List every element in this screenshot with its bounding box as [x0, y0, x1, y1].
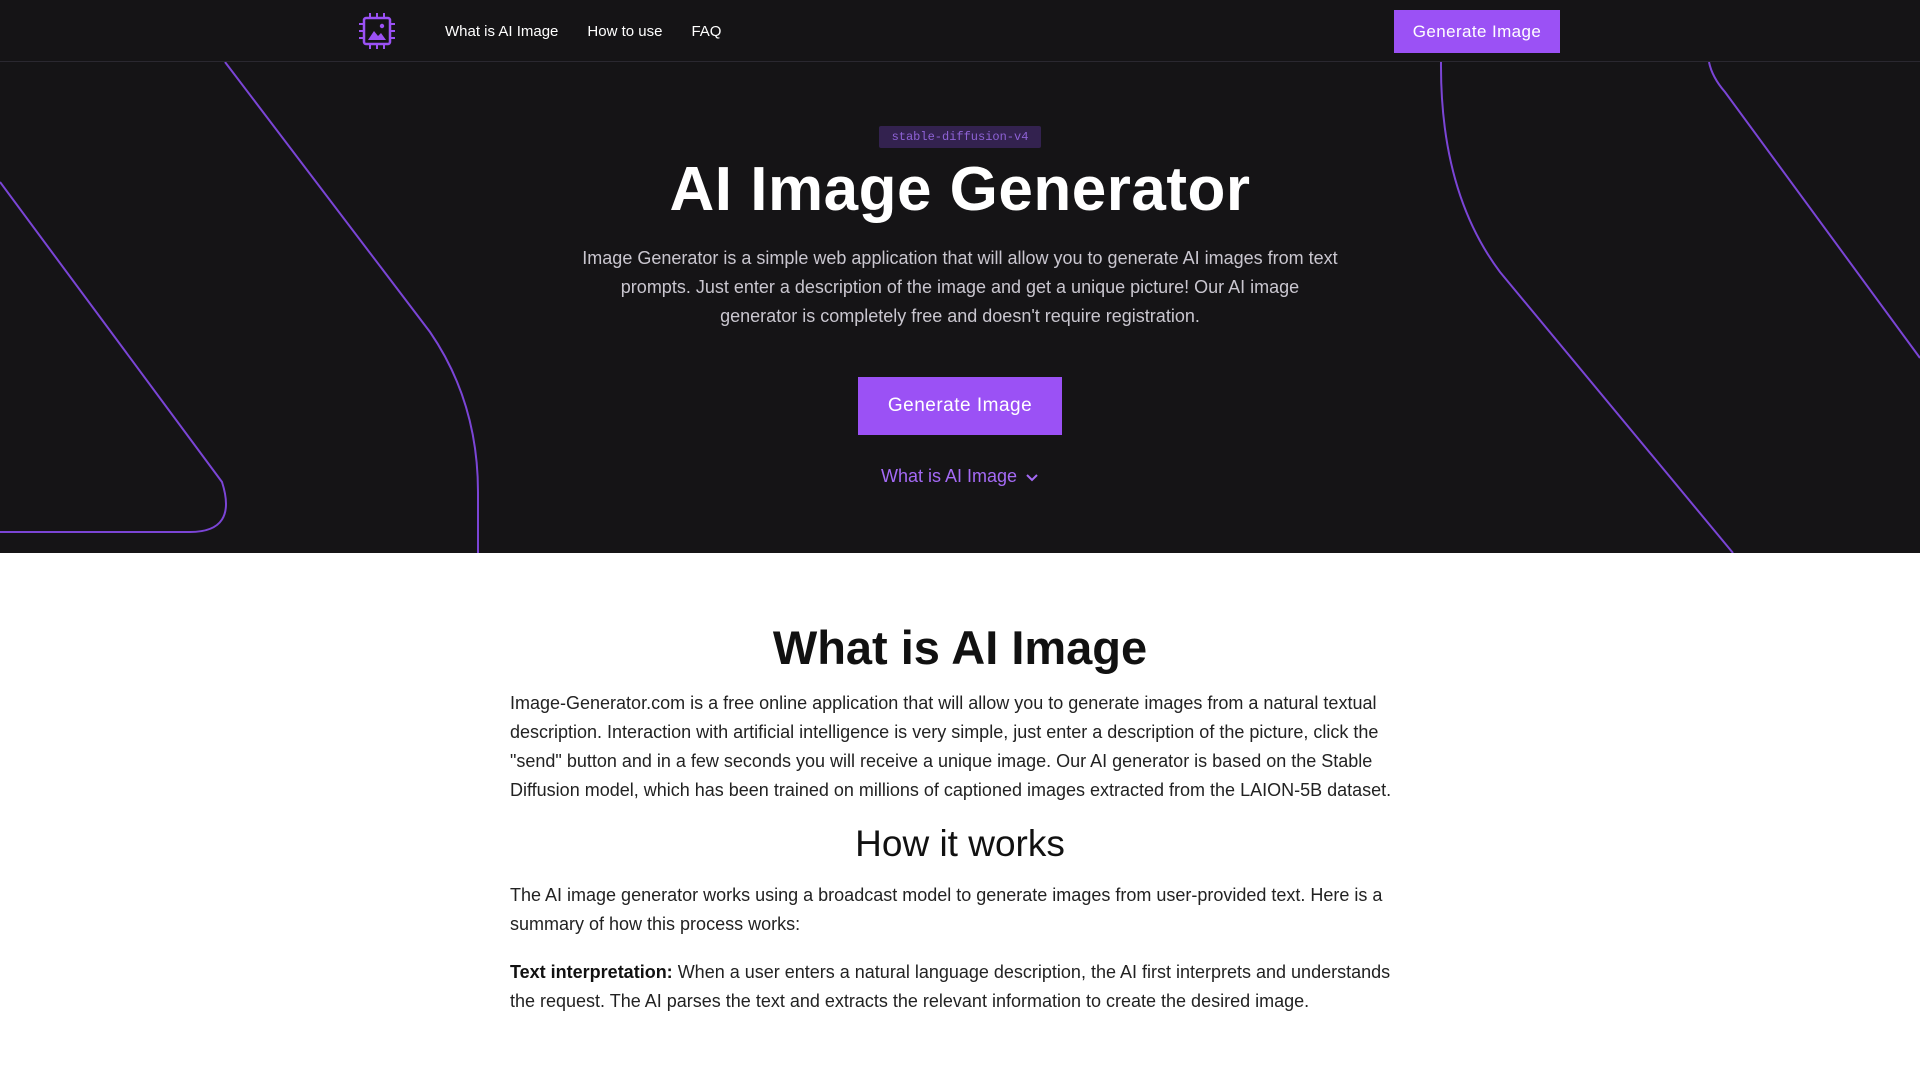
- main-content: What is AI Image Image-Generator.com is …: [510, 620, 1410, 1016]
- chip-image-icon[interactable]: [358, 12, 396, 50]
- model-badge: stable-diffusion-v4: [879, 126, 1041, 148]
- section-intro: Image-Generator.com is a free online app…: [510, 693, 1392, 800]
- scroll-to-what-is-link[interactable]: What is AI Image: [0, 466, 1920, 488]
- nav-how-to-use[interactable]: How to use: [587, 23, 662, 40]
- hero-description: Image Generator is a simple web applicat…: [582, 248, 1338, 326]
- nav-what-is-ai-image[interactable]: What is AI Image: [445, 23, 558, 40]
- hero-section: stable-diffusion-v4 AI Image Generator I…: [0, 62, 1920, 553]
- how-it-works-intro: The AI image generator works using a bro…: [510, 885, 1383, 934]
- step-text-interpretation: Text interpretation: When a user enters …: [510, 958, 1410, 1016]
- scroll-link-label: What is AI Image: [880, 466, 1018, 486]
- step-label: Text interpretation:: [510, 962, 673, 982]
- how-it-works-title: How it works: [855, 823, 1065, 864]
- main-nav: What is AI Image How to use FAQ: [445, 0, 721, 62]
- header-generate-image-button[interactable]: Generate Image: [1394, 10, 1560, 53]
- section-title: What is AI Image: [772, 621, 1148, 674]
- hero-generate-image-button[interactable]: Generate Image: [858, 377, 1062, 435]
- nav-faq[interactable]: FAQ: [691, 23, 721, 40]
- chevron-down-icon: [1025, 467, 1039, 488]
- hero-title: AI Image Generator: [669, 155, 1251, 224]
- top-navbar: What is AI Image How to use FAQ Generate…: [0, 0, 1920, 62]
